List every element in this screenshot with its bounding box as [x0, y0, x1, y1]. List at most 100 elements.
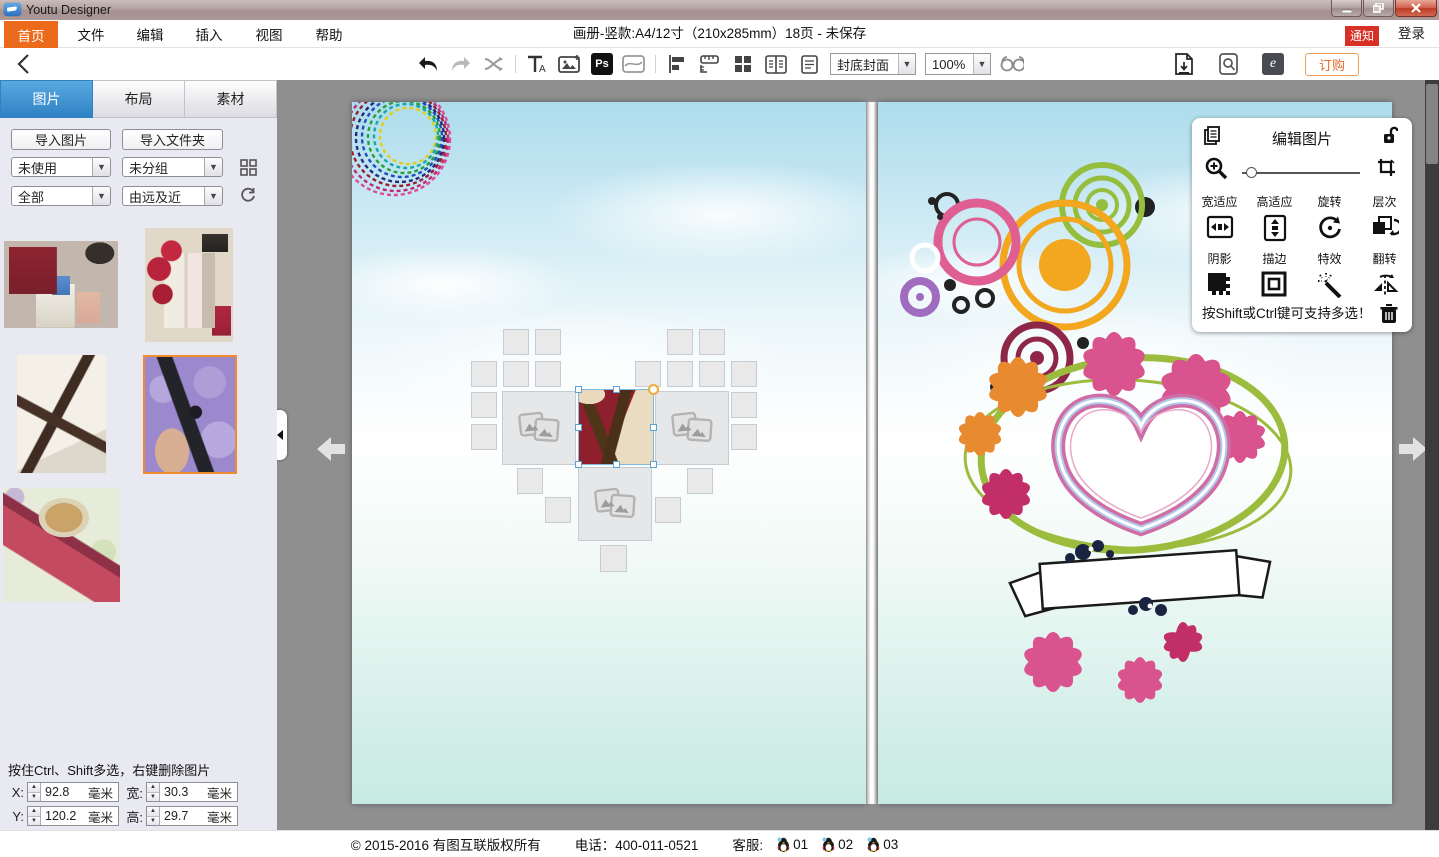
- filter-usage-select[interactable]: 未使用 ▼: [11, 157, 111, 177]
- photo-placeholder-cell[interactable]: [471, 424, 497, 450]
- photo-placeholder-cell[interactable]: [655, 497, 681, 523]
- photo-placeholder-cell[interactable]: [503, 361, 529, 387]
- menu-item-view[interactable]: 视图: [240, 20, 298, 48]
- align-icon[interactable]: [665, 52, 689, 76]
- photo-placeholder-cell[interactable]: [635, 361, 661, 387]
- x-stepper[interactable]: ▲▼: [28, 783, 41, 801]
- menu-item-help[interactable]: 帮助: [300, 20, 358, 48]
- resize-handle-se[interactable]: [650, 461, 657, 468]
- tool-effects[interactable]: 特效: [1302, 247, 1357, 301]
- photo-placeholder-cell[interactable]: [731, 392, 757, 418]
- import-images-button[interactable]: 导入图片: [11, 129, 111, 150]
- selected-photo[interactable]: [578, 389, 654, 465]
- order-button[interactable]: 订购: [1305, 53, 1359, 76]
- photo-thumbnail[interactable]: [17, 355, 106, 473]
- trash-icon[interactable]: [1380, 304, 1398, 324]
- tool-stroke[interactable]: 描边: [1247, 247, 1302, 301]
- filter-sort-select[interactable]: 由远及近 ▼: [122, 186, 223, 206]
- sidebar-collapse-handle[interactable]: [277, 410, 287, 460]
- photo-placeholder-cell[interactable]: [699, 361, 725, 387]
- photo-placeholder-cell[interactable]: [667, 361, 693, 387]
- qq-contact-1[interactable]: 01: [777, 837, 808, 852]
- redo-icon[interactable]: [449, 52, 473, 76]
- text-tool-icon[interactable]: A: [525, 52, 549, 76]
- photo-placeholder-cell[interactable]: [731, 361, 757, 387]
- login-link[interactable]: 登录: [1398, 20, 1425, 48]
- back-chevron-button[interactable]: [10, 51, 36, 77]
- slider-track[interactable]: [1242, 172, 1360, 174]
- minimize-button[interactable]: [1331, 0, 1362, 17]
- import-folder-button[interactable]: 导入文件夹: [122, 129, 223, 150]
- spread-view-icon[interactable]: [764, 52, 788, 76]
- tab-materials[interactable]: 素材: [185, 80, 277, 118]
- photoshop-icon[interactable]: Ps: [591, 53, 613, 75]
- ruler-icon[interactable]: [698, 52, 722, 76]
- page-view-icon[interactable]: [797, 52, 821, 76]
- undo-icon[interactable]: [416, 52, 440, 76]
- photo-placeholder-cell[interactable]: [731, 424, 757, 450]
- y-field[interactable]: ▲▼ 120.2 毫米: [27, 806, 119, 826]
- y-stepper[interactable]: ▲▼: [28, 807, 41, 825]
- image-scale-slider[interactable]: [1242, 168, 1360, 178]
- width-stepper[interactable]: ▲▼: [147, 783, 160, 801]
- photo-frame-icon[interactable]: [622, 52, 646, 76]
- tool-flip[interactable]: 翻转: [1357, 247, 1412, 301]
- photo-thumbnail[interactable]: [145, 228, 233, 342]
- menu-item-home[interactable]: 首页: [4, 21, 58, 48]
- width-field[interactable]: ▲▼ 30.3 毫米: [146, 782, 238, 802]
- thumbnail-grid-icon[interactable]: [238, 157, 258, 177]
- x-field[interactable]: ▲▼ 92.8 毫米: [27, 782, 119, 802]
- close-button[interactable]: [1395, 0, 1437, 17]
- tool-shadow[interactable]: 阴影: [1192, 247, 1247, 301]
- zoom-in-icon[interactable]: [1205, 157, 1228, 180]
- tab-images[interactable]: 图片: [0, 80, 93, 118]
- notice-button[interactable]: 通知: [1345, 26, 1379, 46]
- prev-page-arrow[interactable]: [315, 435, 347, 463]
- tool-fit-width[interactable]: 宽适应: [1192, 190, 1247, 245]
- scrollbar-thumb[interactable]: [1426, 84, 1438, 164]
- grid-view-icon[interactable]: [731, 52, 755, 76]
- resize-handle-n[interactable]: [613, 386, 620, 393]
- filter-group-select[interactable]: 未分组 ▼: [122, 157, 223, 177]
- qq-contact-2[interactable]: 02: [822, 837, 853, 852]
- photo-placeholder-large[interactable]: [655, 391, 729, 465]
- resize-handle-sw[interactable]: [575, 461, 582, 468]
- preview-glasses-icon[interactable]: [1000, 52, 1024, 76]
- photo-placeholder-cell[interactable]: [535, 329, 561, 355]
- view-mode-select[interactable]: 封底封面 ▼: [830, 53, 916, 75]
- photo-placeholder-cell[interactable]: [600, 545, 627, 572]
- height-stepper[interactable]: ▲▼: [147, 807, 160, 825]
- photo-placeholder-cell[interactable]: [471, 392, 497, 418]
- photo-placeholder-cell[interactable]: [503, 329, 529, 355]
- photo-placeholder-cell[interactable]: [667, 329, 693, 355]
- photo-placeholder-large[interactable]: [502, 391, 576, 465]
- menu-item-edit[interactable]: 编辑: [121, 20, 179, 48]
- photo-placeholder-cell[interactable]: [517, 468, 543, 494]
- resize-handle-nw[interactable]: [575, 386, 582, 393]
- resize-handle-e[interactable]: [650, 424, 657, 431]
- photo-placeholder-cell[interactable]: [535, 361, 561, 387]
- photo-placeholder-cell[interactable]: [471, 361, 497, 387]
- unlock-icon[interactable]: [1383, 126, 1398, 144]
- menu-item-insert[interactable]: 插入: [180, 20, 238, 48]
- photo-thumbnail[interactable]: [3, 488, 120, 602]
- qq-contact-3[interactable]: 03: [867, 837, 898, 852]
- rotate-handle[interactable]: [648, 384, 659, 395]
- tool-layers[interactable]: 层次: [1357, 190, 1412, 245]
- slider-knob[interactable]: [1246, 167, 1257, 178]
- photo-placeholder-cell[interactable]: [687, 468, 713, 494]
- photo-placeholder-cell[interactable]: [545, 497, 571, 523]
- filter-scope-select[interactable]: 全部 ▼: [11, 186, 111, 206]
- crop-icon[interactable]: [1377, 158, 1396, 177]
- zoom-select[interactable]: 100% ▼: [925, 53, 991, 75]
- refresh-icon[interactable]: [238, 186, 258, 206]
- height-field[interactable]: ▲▼ 29.7 毫米: [146, 806, 238, 826]
- canvas-vertical-scrollbar[interactable]: [1425, 80, 1439, 830]
- export-file-icon[interactable]: [1172, 52, 1196, 76]
- tool-rotate[interactable]: 旋转: [1302, 190, 1357, 245]
- add-image-icon[interactable]: [558, 52, 582, 76]
- ebook-icon[interactable]: e: [1262, 53, 1284, 75]
- menu-item-file[interactable]: 文件: [62, 20, 120, 48]
- photo-placeholder-cell[interactable]: [699, 329, 725, 355]
- preview-search-icon[interactable]: [1217, 52, 1241, 76]
